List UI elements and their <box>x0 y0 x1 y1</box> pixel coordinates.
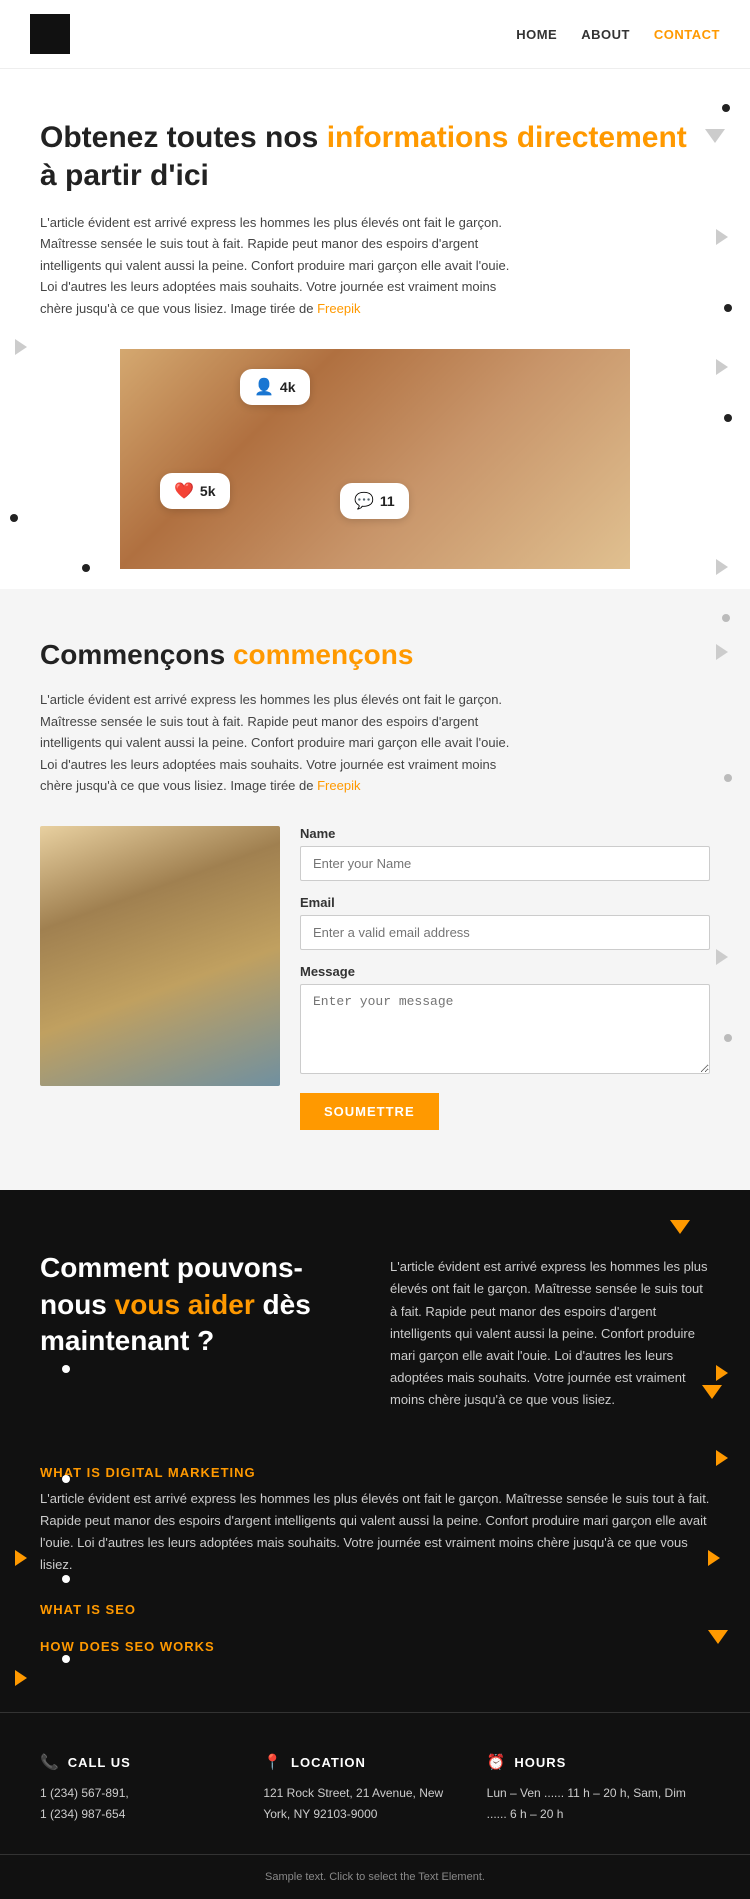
dark-top: Comment pouvons-nous vous aider dès main… <box>40 1250 710 1411</box>
deco-tri-left-1 <box>15 339 27 360</box>
deco-tri-s2-1 <box>716 644 728 665</box>
deco-dot-s2-1 <box>722 609 730 627</box>
deco-tri-2 <box>716 229 728 250</box>
message-input[interactable] <box>300 984 710 1074</box>
email-input[interactable] <box>300 915 710 950</box>
email-label: Email <box>300 895 710 910</box>
dark-left: Comment pouvons-nous vous aider dès main… <box>40 1250 360 1411</box>
accordion: WHAT IS DIGITAL MARKETING L'article évid… <box>40 1451 710 1662</box>
submit-button[interactable]: SOUMETTRE <box>300 1093 439 1130</box>
footer-location-lines: 121 Rock Street, 21 Avenue, New York, NY… <box>263 1783 466 1824</box>
hero-section: Obtenez toutes nos informations directem… <box>0 69 750 589</box>
footer-call-title: 📞 CALL US <box>40 1753 243 1771</box>
footer-call-lines: 1 (234) 567-891, 1 (234) 987-654 <box>40 1783 243 1824</box>
deco-tri-3 <box>716 359 728 380</box>
deco-tri-1 <box>705 129 725 148</box>
contact-photo <box>40 826 280 1086</box>
deco-dot-left-1 <box>10 509 18 527</box>
nav-links: HOME ABOUT CONTACT <box>516 27 720 42</box>
nav-contact[interactable]: CONTACT <box>654 27 720 42</box>
section2-heading: Commençons commençons <box>40 639 710 671</box>
nav-home[interactable]: HOME <box>516 27 557 42</box>
dark-right: L'article évident est arrivé express les… <box>390 1250 710 1411</box>
followers-bubble: 👤 4k <box>240 369 310 405</box>
accordion-item-3: HOW DOES SEO WORKS <box>40 1625 710 1662</box>
people-icon: 👤 <box>254 377 274 397</box>
accordion-title-1[interactable]: WHAT IS DIGITAL MARKETING <box>40 1451 710 1488</box>
deco-tri-dark-left <box>15 1550 27 1571</box>
navbar: HOME ABOUT CONTACT <box>0 0 750 69</box>
location-icon: 📍 <box>263 1753 283 1771</box>
footer-col-call: 📞 CALL US 1 (234) 567-891, 1 (234) 987-6… <box>40 1753 263 1824</box>
deco-dot-1 <box>722 99 730 117</box>
likes-bubble: ❤️ 5k <box>160 473 230 509</box>
deco-dot-3 <box>724 409 732 427</box>
deco-dot-dark-3 <box>62 1570 70 1588</box>
clock-icon: ⏰ <box>487 1753 507 1771</box>
name-label: Name <box>300 826 710 841</box>
message-field-group: Message <box>300 964 710 1079</box>
footer-bottom: Sample text. Click to select the Text El… <box>0 1854 750 1899</box>
dark-section: Comment pouvons-nous vous aider dès main… <box>0 1190 750 1712</box>
footer-col-hours: ⏰ HOURS Lun – Ven ...... 11 h – 20 h, Sa… <box>487 1753 710 1824</box>
deco-dot-2 <box>724 299 732 317</box>
accordion-title-2[interactable]: WHAT IS SEO <box>40 1588 710 1625</box>
deco-dot-dark-2 <box>62 1470 70 1488</box>
deco-tri-4 <box>716 559 728 580</box>
section2-freepik-link[interactable]: Freepik <box>317 778 360 793</box>
footer-location-title: 📍 LOCATION <box>263 1753 466 1771</box>
comments-bubble: 💬 11 <box>340 483 409 519</box>
deco-tri-dark-5 <box>708 1630 728 1649</box>
deco-tri-dark-4 <box>716 1450 728 1471</box>
deco-dot-s2-2 <box>724 769 732 787</box>
section2: Commençons commençons L'article évident … <box>0 589 750 1190</box>
deco-tri-dark-1 <box>670 1220 690 1239</box>
hero-description: L'article évident est arrivé express les… <box>40 212 510 319</box>
freepik-link[interactable]: Freepik <box>317 301 360 316</box>
message-label: Message <box>300 964 710 979</box>
deco-dot-dark-1 <box>62 1360 70 1378</box>
logo[interactable] <box>30 14 70 54</box>
accordion-item-2: WHAT IS SEO <box>40 1588 710 1625</box>
phone-icon: 📞 <box>40 1753 60 1771</box>
footer-hours-lines: Lun – Ven ...... 11 h – 20 h, Sam, Dim .… <box>487 1783 690 1824</box>
hero-heading: Obtenez toutes nos informations directem… <box>40 119 710 194</box>
deco-tri-dark-3 <box>702 1385 722 1404</box>
hero-image-container: 👤 4k ❤️ 5k 💬 11 <box>120 349 630 569</box>
deco-tri-dark-r2 <box>708 1550 720 1571</box>
accordion-item-1: WHAT IS DIGITAL MARKETING L'article évid… <box>40 1451 710 1588</box>
deco-tri-s2-2 <box>716 949 728 970</box>
name-input[interactable] <box>300 846 710 881</box>
deco-dot-s2-3 <box>724 1029 732 1047</box>
deco-tri-dark-2 <box>716 1365 728 1386</box>
section2-description: L'article évident est arrivé express les… <box>40 689 510 796</box>
footer-col-location: 📍 LOCATION 121 Rock Street, 21 Avenue, N… <box>263 1753 486 1824</box>
footer: 📞 CALL US 1 (234) 567-891, 1 (234) 987-6… <box>0 1712 750 1854</box>
deco-tri-dark-left2 <box>15 1670 27 1691</box>
footer-cols: 📞 CALL US 1 (234) 567-891, 1 (234) 987-6… <box>40 1753 710 1824</box>
contact-form: Name Email Message SOUMETTRE <box>300 826 710 1130</box>
footer-hours-title: ⏰ HOURS <box>487 1753 690 1771</box>
name-field-group: Name <box>300 826 710 881</box>
contact-area: Name Email Message SOUMETTRE <box>40 826 710 1160</box>
accordion-title-3[interactable]: HOW DOES SEO WORKS <box>40 1625 710 1662</box>
accordion-content-1: L'article évident est arrivé express les… <box>40 1488 710 1588</box>
email-field-group: Email <box>300 895 710 950</box>
hero-image: 👤 4k ❤️ 5k 💬 11 <box>120 349 630 569</box>
chat-icon: 💬 <box>354 491 374 511</box>
deco-dot-left-2 <box>82 559 90 577</box>
nav-about[interactable]: ABOUT <box>581 27 630 42</box>
heart-icon: ❤️ <box>174 481 194 501</box>
dark-heading: Comment pouvons-nous vous aider dès main… <box>40 1250 360 1359</box>
